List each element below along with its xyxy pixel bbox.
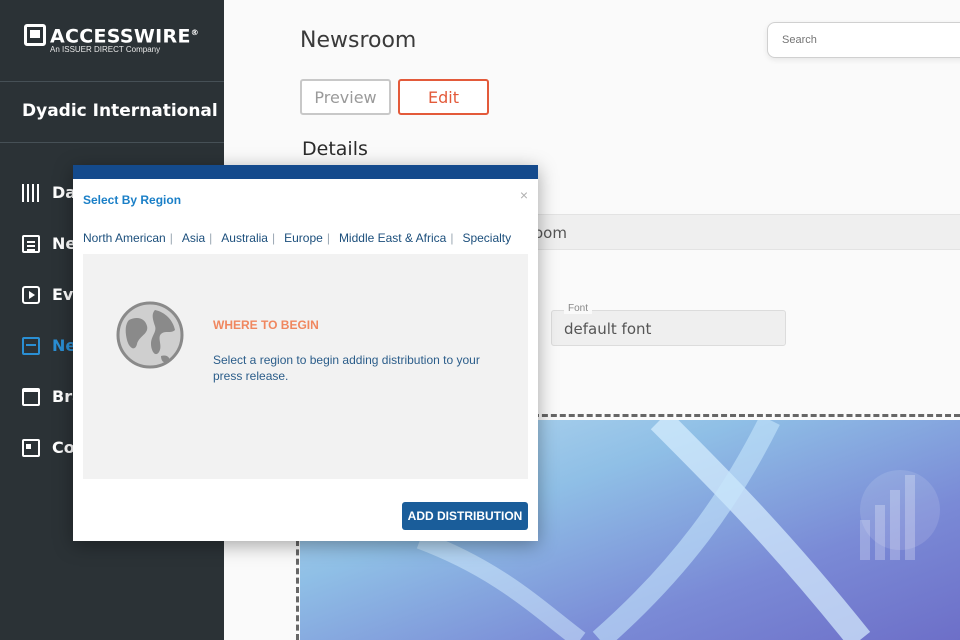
region-separator: | xyxy=(271,231,276,245)
close-icon[interactable]: × xyxy=(520,187,528,203)
region-middle-east-africa[interactable]: Middle East & Africa xyxy=(339,231,446,245)
banner-dropzone-border xyxy=(296,540,299,640)
sidebar-divider xyxy=(0,81,224,82)
sidebar-divider xyxy=(0,142,224,143)
where-to-begin-description: Select a region to begin adding distribu… xyxy=(213,353,480,383)
region-separator: | xyxy=(450,231,454,245)
region-separator: | xyxy=(169,231,173,245)
modal-title: Select By Region xyxy=(83,193,182,207)
play-icon xyxy=(22,285,40,304)
region-info-panel: WHERE TO BEGIN Select a region to begin … xyxy=(83,254,528,479)
dashboard-bars-icon xyxy=(22,183,40,202)
region-australia[interactable]: Australia xyxy=(221,231,268,245)
accesswire-logo-icon xyxy=(24,24,46,46)
font-value: default font xyxy=(564,320,652,338)
globe-icon xyxy=(116,301,184,369)
font-label: Font xyxy=(564,303,593,314)
details-heading: Details xyxy=(302,138,368,160)
brand-name: ACCESSWIRE® xyxy=(50,25,200,48)
sidebar-item-label: Co xyxy=(52,438,75,457)
region-asia[interactable]: Asia xyxy=(182,231,205,245)
search-input[interactable] xyxy=(782,34,960,46)
newsroom-name-value: oom xyxy=(534,224,567,242)
add-distribution-button[interactable]: ADD DISTRIBUTION xyxy=(402,502,528,530)
select-region-modal: Select By Region × North American | Asia |… xyxy=(73,165,538,541)
calendar-icon xyxy=(22,336,40,355)
contact-card-icon xyxy=(22,438,40,457)
brand-tagline: An ISSUER DIRECT Company xyxy=(50,45,161,54)
search-box[interactable] xyxy=(767,22,960,58)
region-north-american[interactable]: North American xyxy=(83,231,166,245)
region-specialty[interactable]: Specialty xyxy=(462,231,511,245)
where-to-begin-heading: WHERE TO BEGIN xyxy=(213,318,319,332)
document-icon xyxy=(22,234,40,253)
region-separator: | xyxy=(326,231,330,245)
company-name: Dyadic International Inc xyxy=(22,101,253,121)
page-title: Newsroom xyxy=(300,28,417,53)
region-europe[interactable]: Europe xyxy=(284,231,323,245)
region-tabs: North American | Asia | Australia | Europe |… xyxy=(83,231,511,245)
brand-logo[interactable]: ACCESSWIRE® An ISSUER DIRECT Company xyxy=(24,22,200,54)
region-separator: | xyxy=(209,231,213,245)
edit-button[interactable]: Edit xyxy=(398,79,489,115)
folder-icon xyxy=(22,387,40,406)
preview-button[interactable]: Preview xyxy=(300,79,391,115)
